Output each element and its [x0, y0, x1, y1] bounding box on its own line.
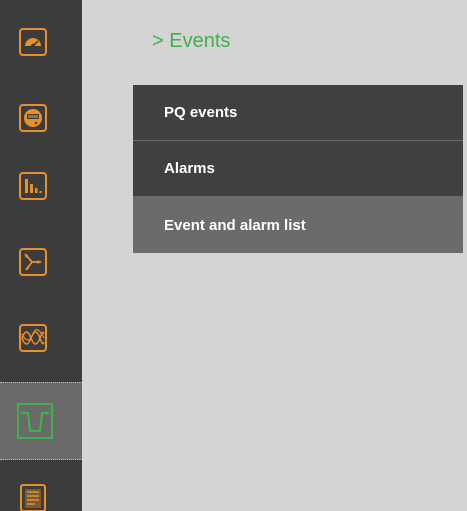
dip-event-icon — [17, 403, 53, 439]
waveform-icon — [19, 324, 47, 352]
report-icon — [19, 484, 47, 511]
bar-chart-icon — [19, 172, 47, 200]
sidebar-item-phasors[interactable] — [0, 234, 82, 290]
menu-item-event-and-alarm-list[interactable]: Event and alarm list — [133, 197, 463, 253]
sidebar-item-waveforms[interactable] — [0, 310, 82, 366]
page-title: > Events — [152, 30, 231, 52]
sidebar-item-events[interactable] — [0, 382, 82, 460]
gauge-icon — [19, 28, 47, 56]
meter-icon — [19, 104, 47, 132]
sidebar-item-reports[interactable] — [0, 470, 82, 511]
events-menu: PQ events Alarms Event and alarm list — [133, 85, 463, 253]
sidebar — [0, 0, 82, 511]
menu-item-alarms[interactable]: Alarms — [133, 141, 463, 197]
phasor-icon — [19, 248, 47, 276]
sidebar-item-measurements[interactable] — [0, 158, 82, 214]
sidebar-item-meter[interactable] — [0, 90, 82, 146]
menu-item-pq-events[interactable]: PQ events — [133, 85, 463, 141]
sidebar-item-dashboard[interactable] — [0, 14, 82, 70]
